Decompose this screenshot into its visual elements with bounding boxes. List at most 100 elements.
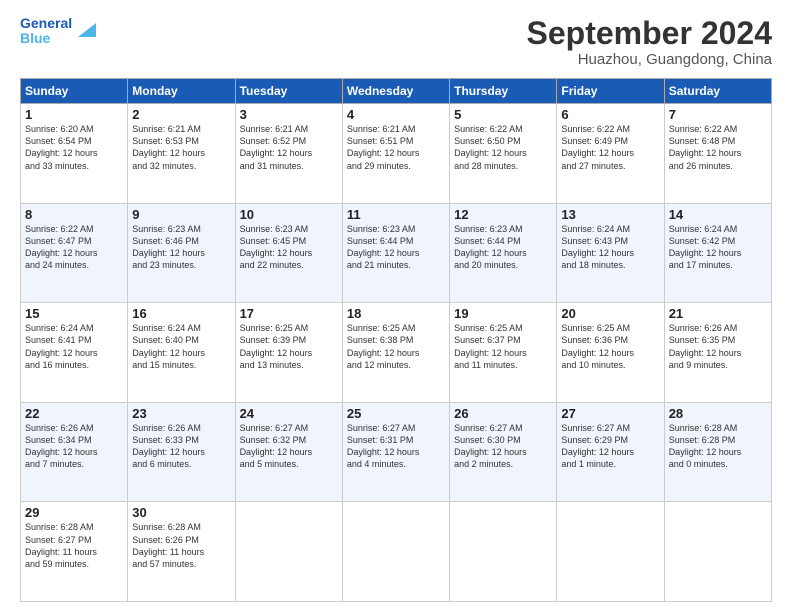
- calendar-cell: 12Sunrise: 6:23 AM Sunset: 6:44 PM Dayli…: [450, 203, 557, 303]
- day-info: Sunrise: 6:25 AM Sunset: 6:37 PM Dayligh…: [454, 322, 552, 371]
- day-number: 29: [25, 505, 123, 520]
- day-info: Sunrise: 6:28 AM Sunset: 6:27 PM Dayligh…: [25, 521, 123, 570]
- calendar-cell: 18Sunrise: 6:25 AM Sunset: 6:38 PM Dayli…: [342, 303, 449, 403]
- calendar-cell: 28Sunrise: 6:28 AM Sunset: 6:28 PM Dayli…: [664, 402, 771, 502]
- calendar-cell: [342, 502, 449, 602]
- calendar-cell: 6Sunrise: 6:22 AM Sunset: 6:49 PM Daylig…: [557, 104, 664, 204]
- day-info: Sunrise: 6:28 AM Sunset: 6:26 PM Dayligh…: [132, 521, 230, 570]
- day-info: Sunrise: 6:27 AM Sunset: 6:31 PM Dayligh…: [347, 422, 445, 471]
- day-info: Sunrise: 6:22 AM Sunset: 6:47 PM Dayligh…: [25, 223, 123, 272]
- calendar-cell: 29Sunrise: 6:28 AM Sunset: 6:27 PM Dayli…: [21, 502, 128, 602]
- day-number: 24: [240, 406, 338, 421]
- calendar-header-monday: Monday: [128, 79, 235, 104]
- calendar-table: SundayMondayTuesdayWednesdayThursdayFrid…: [20, 78, 772, 602]
- day-info: Sunrise: 6:23 AM Sunset: 6:44 PM Dayligh…: [454, 223, 552, 272]
- calendar-cell: 11Sunrise: 6:23 AM Sunset: 6:44 PM Dayli…: [342, 203, 449, 303]
- month-title: September 2024: [527, 16, 772, 51]
- day-info: Sunrise: 6:25 AM Sunset: 6:39 PM Dayligh…: [240, 322, 338, 371]
- day-info: Sunrise: 6:23 AM Sunset: 6:45 PM Dayligh…: [240, 223, 338, 272]
- day-number: 18: [347, 306, 445, 321]
- day-info: Sunrise: 6:24 AM Sunset: 6:43 PM Dayligh…: [561, 223, 659, 272]
- day-number: 28: [669, 406, 767, 421]
- calendar-cell: [664, 502, 771, 602]
- calendar-cell: 25Sunrise: 6:27 AM Sunset: 6:31 PM Dayli…: [342, 402, 449, 502]
- day-info: Sunrise: 6:25 AM Sunset: 6:38 PM Dayligh…: [347, 322, 445, 371]
- logo: General Blue: [20, 16, 96, 47]
- day-info: Sunrise: 6:27 AM Sunset: 6:30 PM Dayligh…: [454, 422, 552, 471]
- calendar-body: 1Sunrise: 6:20 AM Sunset: 6:54 PM Daylig…: [21, 104, 772, 602]
- calendar-cell: 5Sunrise: 6:22 AM Sunset: 6:50 PM Daylig…: [450, 104, 557, 204]
- calendar-cell: 19Sunrise: 6:25 AM Sunset: 6:37 PM Dayli…: [450, 303, 557, 403]
- day-number: 23: [132, 406, 230, 421]
- day-info: Sunrise: 6:20 AM Sunset: 6:54 PM Dayligh…: [25, 123, 123, 172]
- calendar-header-thursday: Thursday: [450, 79, 557, 104]
- day-info: Sunrise: 6:26 AM Sunset: 6:34 PM Dayligh…: [25, 422, 123, 471]
- calendar-cell: 24Sunrise: 6:27 AM Sunset: 6:32 PM Dayli…: [235, 402, 342, 502]
- day-number: 16: [132, 306, 230, 321]
- day-number: 10: [240, 207, 338, 222]
- day-info: Sunrise: 6:24 AM Sunset: 6:41 PM Dayligh…: [25, 322, 123, 371]
- week-row-2: 8Sunrise: 6:22 AM Sunset: 6:47 PM Daylig…: [21, 203, 772, 303]
- day-number: 8: [25, 207, 123, 222]
- day-number: 11: [347, 207, 445, 222]
- calendar-header-tuesday: Tuesday: [235, 79, 342, 104]
- day-info: Sunrise: 6:22 AM Sunset: 6:50 PM Dayligh…: [454, 123, 552, 172]
- calendar-cell: 27Sunrise: 6:27 AM Sunset: 6:29 PM Dayli…: [557, 402, 664, 502]
- calendar-cell: 8Sunrise: 6:22 AM Sunset: 6:47 PM Daylig…: [21, 203, 128, 303]
- day-info: Sunrise: 6:28 AM Sunset: 6:28 PM Dayligh…: [669, 422, 767, 471]
- day-number: 22: [25, 406, 123, 421]
- calendar-cell: 10Sunrise: 6:23 AM Sunset: 6:45 PM Dayli…: [235, 203, 342, 303]
- calendar-cell: [557, 502, 664, 602]
- day-info: Sunrise: 6:22 AM Sunset: 6:49 PM Dayligh…: [561, 123, 659, 172]
- day-number: 6: [561, 107, 659, 122]
- calendar-cell: 30Sunrise: 6:28 AM Sunset: 6:26 PM Dayli…: [128, 502, 235, 602]
- day-number: 9: [132, 207, 230, 222]
- day-number: 25: [347, 406, 445, 421]
- day-info: Sunrise: 6:23 AM Sunset: 6:44 PM Dayligh…: [347, 223, 445, 272]
- calendar-header-sunday: Sunday: [21, 79, 128, 104]
- calendar-header-row: SundayMondayTuesdayWednesdayThursdayFrid…: [21, 79, 772, 104]
- day-number: 30: [132, 505, 230, 520]
- calendar-cell: 13Sunrise: 6:24 AM Sunset: 6:43 PM Dayli…: [557, 203, 664, 303]
- day-info: Sunrise: 6:25 AM Sunset: 6:36 PM Dayligh…: [561, 322, 659, 371]
- calendar-cell: 20Sunrise: 6:25 AM Sunset: 6:36 PM Dayli…: [557, 303, 664, 403]
- day-number: 4: [347, 107, 445, 122]
- day-number: 26: [454, 406, 552, 421]
- calendar-cell: 3Sunrise: 6:21 AM Sunset: 6:52 PM Daylig…: [235, 104, 342, 204]
- week-row-5: 29Sunrise: 6:28 AM Sunset: 6:27 PM Dayli…: [21, 502, 772, 602]
- day-info: Sunrise: 6:21 AM Sunset: 6:53 PM Dayligh…: [132, 123, 230, 172]
- day-number: 12: [454, 207, 552, 222]
- day-number: 20: [561, 306, 659, 321]
- week-row-1: 1Sunrise: 6:20 AM Sunset: 6:54 PM Daylig…: [21, 104, 772, 204]
- calendar-header-saturday: Saturday: [664, 79, 771, 104]
- calendar-cell: 15Sunrise: 6:24 AM Sunset: 6:41 PM Dayli…: [21, 303, 128, 403]
- day-info: Sunrise: 6:22 AM Sunset: 6:48 PM Dayligh…: [669, 123, 767, 172]
- calendar-cell: 14Sunrise: 6:24 AM Sunset: 6:42 PM Dayli…: [664, 203, 771, 303]
- calendar-cell: 1Sunrise: 6:20 AM Sunset: 6:54 PM Daylig…: [21, 104, 128, 204]
- day-number: 5: [454, 107, 552, 122]
- page-header: General Blue September 2024 Huazhou, Gua…: [20, 16, 772, 68]
- day-info: Sunrise: 6:26 AM Sunset: 6:33 PM Dayligh…: [132, 422, 230, 471]
- calendar-cell: 22Sunrise: 6:26 AM Sunset: 6:34 PM Dayli…: [21, 402, 128, 502]
- day-number: 1: [25, 107, 123, 122]
- day-info: Sunrise: 6:26 AM Sunset: 6:35 PM Dayligh…: [669, 322, 767, 371]
- day-info: Sunrise: 6:24 AM Sunset: 6:42 PM Dayligh…: [669, 223, 767, 272]
- calendar-cell: 4Sunrise: 6:21 AM Sunset: 6:51 PM Daylig…: [342, 104, 449, 204]
- calendar-cell: 16Sunrise: 6:24 AM Sunset: 6:40 PM Dayli…: [128, 303, 235, 403]
- day-number: 2: [132, 107, 230, 122]
- title-block: September 2024 Huazhou, Guangdong, China: [527, 16, 772, 68]
- week-row-4: 22Sunrise: 6:26 AM Sunset: 6:34 PM Dayli…: [21, 402, 772, 502]
- day-info: Sunrise: 6:27 AM Sunset: 6:32 PM Dayligh…: [240, 422, 338, 471]
- day-number: 3: [240, 107, 338, 122]
- calendar-cell: 2Sunrise: 6:21 AM Sunset: 6:53 PM Daylig…: [128, 104, 235, 204]
- day-number: 19: [454, 306, 552, 321]
- day-number: 21: [669, 306, 767, 321]
- calendar-cell: [450, 502, 557, 602]
- calendar-header-wednesday: Wednesday: [342, 79, 449, 104]
- day-number: 17: [240, 306, 338, 321]
- day-number: 15: [25, 306, 123, 321]
- calendar-cell: 7Sunrise: 6:22 AM Sunset: 6:48 PM Daylig…: [664, 104, 771, 204]
- location-subtitle: Huazhou, Guangdong, China: [527, 51, 772, 68]
- day-number: 27: [561, 406, 659, 421]
- day-info: Sunrise: 6:24 AM Sunset: 6:40 PM Dayligh…: [132, 322, 230, 371]
